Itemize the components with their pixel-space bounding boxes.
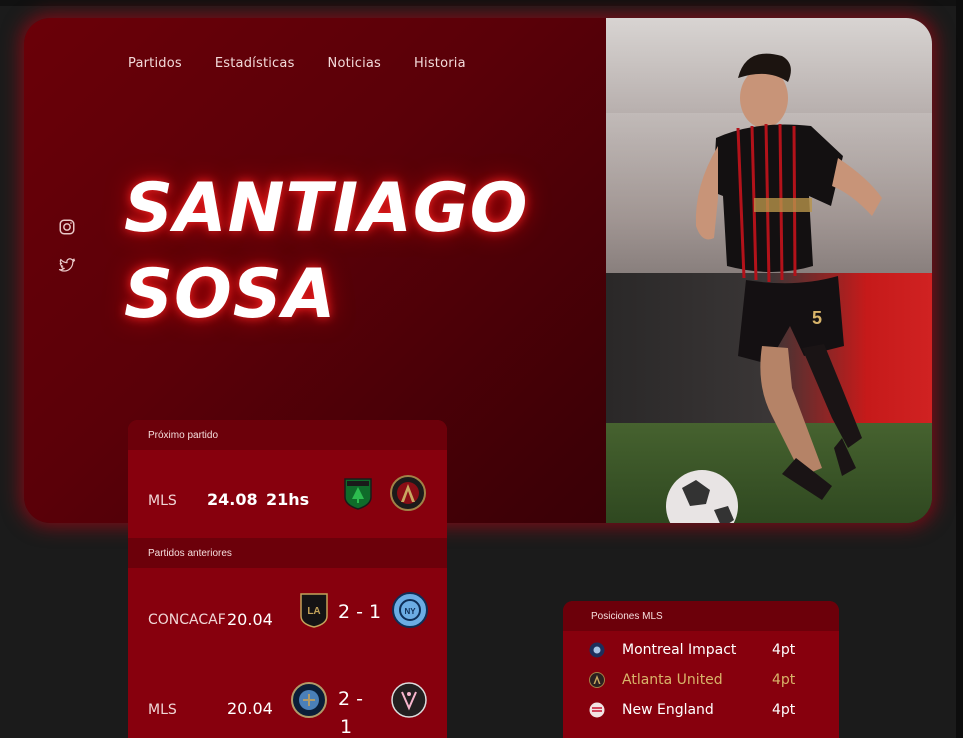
window-frame-top [0, 0, 963, 6]
standings-team: New England [622, 702, 714, 718]
player-last-name: SOSA [124, 255, 337, 334]
montreal-impact-badge [589, 642, 605, 658]
standings-card: Posiciones MLS Montreal Impact 4pt Atlan… [563, 601, 839, 738]
player-photo: 5 [606, 18, 932, 523]
social-links [58, 218, 76, 274]
previous-match-score: 2 - 1 [338, 601, 382, 623]
atlanta-united-crest [390, 475, 426, 511]
philadelphia-union-crest [291, 682, 327, 718]
matches-card: Próximo partido MLS 24.08 21hs Partidos … [128, 420, 447, 738]
standings-row[interactable]: Atlanta United 4pt [589, 665, 839, 695]
svg-text:NY: NY [404, 607, 416, 616]
previous-match-score: 2 - [338, 688, 363, 710]
next-match-row[interactable]: MLS 24.08 21hs [128, 450, 447, 538]
standings-list: Montreal Impact 4pt Atlanta United 4pt N… [563, 631, 839, 725]
twitter-icon[interactable] [58, 256, 76, 274]
player-first-name: SANTIAGO [124, 169, 529, 248]
standings-row[interactable]: New England 4pt [589, 695, 839, 725]
player-name: SANTIAGO SOSA [124, 166, 528, 338]
austin-fc-crest [344, 478, 372, 510]
standings-row[interactable]: Montreal Impact 4pt [589, 635, 839, 665]
standings-points: 4pt [772, 672, 796, 688]
previous-match-date: 20.04 [227, 699, 273, 718]
instagram-icon[interactable] [58, 218, 76, 236]
standings-points: 4pt [772, 702, 796, 718]
nav-link-noticias[interactable]: Noticias [328, 56, 382, 71]
window-frame-right [956, 0, 963, 738]
next-match-competition: MLS [148, 493, 177, 509]
main-nav: Partidos Estadísticas Noticias Historia [128, 56, 499, 71]
svg-text:5: 5 [812, 308, 822, 328]
svg-text:LA: LA [307, 606, 320, 617]
nycfc-crest: NY [392, 592, 428, 628]
previous-match-row[interactable]: MLS 20.04 2 - 1 [128, 656, 447, 738]
previous-matches-header: Partidos anteriores [128, 538, 447, 568]
previous-match-competition: MLS [148, 702, 177, 718]
standings-team: Montreal Impact [622, 642, 737, 658]
nav-link-historia[interactable]: Historia [414, 56, 466, 71]
standings-team: Atlanta United [622, 672, 723, 688]
nav-link-estadisticas[interactable]: Estadísticas [215, 56, 295, 71]
previous-match-competition: CONCACAF [148, 612, 226, 628]
previous-match-row[interactable]: CONCACAF 20.04 LA 2 - 1 NY [128, 568, 447, 656]
player-figure-illustration: 5 [666, 53, 882, 523]
atlanta-united-badge [589, 672, 605, 688]
standings-points: 4pt [772, 642, 796, 658]
previous-match-date: 20.04 [227, 610, 273, 629]
previous-match-score-wrap: 1 [340, 716, 353, 738]
next-match-date: 24.08 [207, 490, 258, 509]
lafc-crest: LA [300, 593, 328, 628]
nav-link-partidos[interactable]: Partidos [128, 56, 182, 71]
inter-miami-crest [391, 682, 427, 718]
next-match-header: Próximo partido [128, 420, 447, 450]
next-match-time: 21hs [266, 490, 310, 509]
new-england-badge [589, 702, 605, 718]
standings-header: Posiciones MLS [563, 601, 839, 631]
